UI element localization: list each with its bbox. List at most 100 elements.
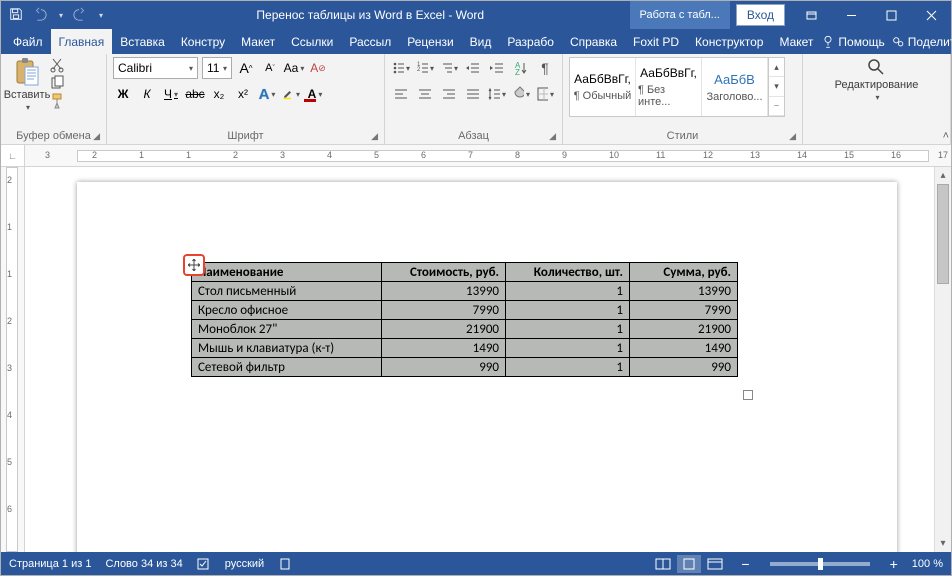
highlight-button[interactable]: ▾ — [281, 84, 301, 104]
read-mode-icon[interactable] — [651, 555, 675, 573]
table-row[interactable]: Сетевой фильтр9901990 — [192, 358, 738, 377]
vertical-scrollbar[interactable]: ▴ ▾ — [934, 167, 951, 552]
paste-button[interactable]: Вставить▾ — [7, 57, 47, 112]
format-painter-icon[interactable] — [49, 93, 65, 109]
tab-selector-icon[interactable]: ∟ — [1, 145, 25, 166]
line-spacing-button[interactable]: ▾ — [487, 84, 507, 104]
zoom-slider[interactable] — [770, 562, 870, 566]
shading-button[interactable]: ▾ — [511, 84, 531, 104]
sign-in-button[interactable]: Вход — [736, 4, 785, 26]
decrease-indent-icon[interactable] — [463, 58, 483, 78]
styles-gallery[interactable]: АаБбВвГг,¶ Обычный АаБбВвГг,¶ Без инте..… — [569, 57, 785, 117]
paragraph-dialog-icon[interactable]: ◢ — [549, 131, 556, 142]
align-left-icon[interactable] — [391, 84, 411, 104]
tab-developer[interactable]: Разрабо — [499, 29, 562, 54]
grow-font-icon[interactable]: A^ — [236, 58, 256, 78]
tab-references[interactable]: Ссылки — [283, 29, 341, 54]
undo-dropdown-icon[interactable]: ▾ — [59, 11, 63, 20]
web-layout-icon[interactable] — [703, 555, 727, 573]
tab-help[interactable]: Справка — [562, 29, 625, 54]
table-row[interactable]: Стол письменный13990113990 — [192, 282, 738, 301]
accessibility-icon[interactable] — [278, 557, 292, 571]
font-color-button[interactable]: A▾ — [305, 84, 325, 104]
sort-icon[interactable]: AZ — [511, 58, 531, 78]
tab-home[interactable]: Главная — [51, 29, 113, 54]
text-effects-button[interactable]: A▾ — [257, 84, 277, 104]
tab-foxit[interactable]: Foxit PD — [625, 29, 687, 54]
status-page[interactable]: Страница 1 из 1 — [9, 558, 91, 570]
show-marks-icon[interactable]: ¶ — [535, 58, 555, 78]
save-icon[interactable] — [9, 7, 23, 24]
ribbon-display-icon[interactable] — [791, 1, 831, 29]
superscript-button[interactable]: x² — [233, 84, 253, 104]
undo-icon[interactable] — [33, 7, 47, 24]
zoom-in-button[interactable]: + — [890, 556, 898, 572]
underline-button[interactable]: Ч▾ — [161, 84, 181, 104]
tab-layout[interactable]: Макет — [233, 29, 283, 54]
table-resize-handle-icon[interactable] — [743, 390, 753, 400]
cut-icon[interactable] — [49, 57, 65, 73]
align-right-icon[interactable] — [439, 84, 459, 104]
horizontal-ruler[interactable]: 3211234567891011121314151617 — [25, 145, 951, 166]
tab-review[interactable]: Рецензи — [399, 29, 461, 54]
style-heading1[interactable]: АаБбВЗаголово... — [702, 58, 768, 116]
tab-mailings[interactable]: Рассыл — [341, 29, 399, 54]
share-button[interactable]: Поделиться — [891, 35, 952, 49]
tab-view[interactable]: Вид — [462, 29, 500, 54]
strike-button[interactable]: abc — [185, 84, 205, 104]
multilevel-button[interactable]: ▾ — [439, 58, 459, 78]
bullets-button[interactable]: ▾ — [391, 58, 411, 78]
shrink-font-icon[interactable]: Aˇ — [260, 58, 280, 78]
editing-button[interactable]: Редактирование ▾ — [835, 57, 919, 102]
font-name-select[interactable]: Calibri▾ — [113, 57, 198, 79]
vertical-ruler[interactable]: 21123456 — [1, 167, 25, 552]
styles-dialog-icon[interactable]: ◢ — [789, 131, 796, 142]
copy-icon[interactable] — [49, 75, 65, 91]
tab-table-design[interactable]: Конструктор — [687, 29, 771, 54]
close-icon[interactable] — [911, 1, 951, 29]
align-center-icon[interactable] — [415, 84, 435, 104]
style-normal[interactable]: АаБбВвГг,¶ Обычный — [570, 58, 636, 116]
justify-icon[interactable] — [463, 84, 483, 104]
tab-design[interactable]: Констру — [173, 29, 233, 54]
tell-me-button[interactable]: Помощь — [821, 35, 884, 49]
scroll-up-icon[interactable]: ▴ — [935, 167, 951, 184]
bold-button[interactable]: Ж — [113, 84, 133, 104]
scroll-thumb[interactable] — [937, 184, 949, 284]
zoom-level[interactable]: 100 % — [912, 558, 943, 570]
table-row[interactable]: Кресло офисное799017990 — [192, 301, 738, 320]
italic-button[interactable]: К — [137, 84, 157, 104]
style-no-spacing[interactable]: АаБбВвГг,¶ Без инте... — [636, 58, 702, 116]
subscript-button[interactable]: x₂ — [209, 84, 229, 104]
table-tools-context-tab[interactable]: Работа с табл... — [630, 1, 730, 29]
status-wordcount[interactable]: Слово 34 из 34 — [105, 558, 182, 570]
tab-table-layout[interactable]: Макет — [771, 29, 821, 54]
status-language[interactable]: русский — [225, 558, 264, 570]
data-table[interactable]: Наименование Стоимость, руб. Количество,… — [191, 262, 738, 377]
tab-insert[interactable]: Вставка — [112, 29, 173, 54]
print-layout-icon[interactable] — [677, 555, 701, 573]
table-move-handle-icon[interactable] — [183, 254, 205, 276]
table-header-row[interactable]: Наименование Стоимость, руб. Количество,… — [192, 263, 738, 282]
change-case-button[interactable]: Aa▾ — [284, 58, 304, 78]
font-size-select[interactable]: 11▾ — [202, 57, 232, 79]
collapse-ribbon-icon[interactable]: ˄ — [943, 130, 949, 142]
tab-file[interactable]: Файл — [5, 29, 51, 54]
scroll-down-icon[interactable]: ▾ — [935, 535, 951, 552]
gallery-scroll[interactable]: ▴▾⎯ — [768, 58, 784, 116]
borders-button[interactable]: ▾ — [535, 84, 555, 104]
qat-customize-icon[interactable]: ▾ — [99, 11, 103, 20]
clear-format-icon[interactable]: A⊘ — [308, 58, 328, 78]
maximize-icon[interactable] — [871, 1, 911, 29]
increase-indent-icon[interactable] — [487, 58, 507, 78]
document-canvas[interactable]: Наименование Стоимость, руб. Количество,… — [25, 167, 934, 552]
table-row[interactable]: Моноблок 27"21900121900 — [192, 320, 738, 339]
table-row[interactable]: Мышь и клавиатура (к-т)149011490 — [192, 339, 738, 358]
spell-check-icon[interactable] — [197, 557, 211, 571]
zoom-out-button[interactable]: − — [741, 556, 749, 572]
clipboard-dialog-icon[interactable]: ◢ — [93, 131, 100, 142]
minimize-icon[interactable] — [831, 1, 871, 29]
font-dialog-icon[interactable]: ◢ — [371, 131, 378, 142]
redo-icon[interactable] — [73, 7, 87, 24]
numbering-button[interactable]: 12▾ — [415, 58, 435, 78]
